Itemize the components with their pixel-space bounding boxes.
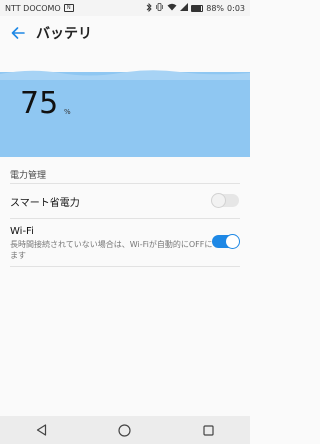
setting-description: 長時間接続されていない場合は、Wi-Fiが自動的にOFFになります: [10, 240, 229, 260]
circle-home-icon: [118, 423, 132, 437]
nfc-icon: N: [63, 4, 74, 12]
toggle-knob: [212, 194, 225, 207]
back-arrow-icon: [11, 27, 25, 39]
toggle-knob: [226, 235, 239, 248]
wifi-toggle[interactable]: [212, 235, 239, 248]
triangle-back-icon: [37, 424, 47, 436]
battery-level-value: 75: [20, 86, 59, 121]
square-recents-icon: [203, 424, 214, 436]
battery-icon: [191, 4, 204, 12]
battery-percent: 88%: [206, 3, 225, 13]
divider: [10, 218, 240, 219]
vibrate-icon: [155, 3, 164, 13]
signal-icon: [180, 3, 189, 13]
status-left: NTT DOCOMO N: [5, 4, 74, 13]
status-bar: NTT DOCOMO N 88% 0:03: [0, 0, 250, 16]
status-right: 88% 0:03: [146, 2, 245, 14]
divider: [10, 183, 240, 184]
nav-recents-button[interactable]: [193, 416, 223, 444]
divider: [10, 266, 240, 267]
bluetooth-icon: [146, 2, 152, 14]
wifi-icon: [167, 3, 177, 13]
battery-level-unit: %: [64, 108, 71, 116]
app-bar: バッテリ: [0, 16, 250, 50]
page-title: バッテリ: [36, 26, 92, 42]
nav-home-button[interactable]: [110, 416, 140, 444]
section-header-power-management: 電力管理: [10, 171, 47, 181]
nav-back-button[interactable]: [27, 416, 57, 444]
wave-decoration: [0, 70, 250, 80]
clock: 0:03: [227, 3, 245, 13]
setting-title: スマート省電力: [10, 198, 80, 209]
back-button[interactable]: [0, 16, 36, 50]
carrier-label: NTT DOCOMO: [5, 3, 61, 13]
smart-power-saving-toggle[interactable]: [212, 194, 239, 207]
navigation-bar: [0, 416, 250, 444]
setting-title: Wi-Fi: [10, 226, 34, 237]
